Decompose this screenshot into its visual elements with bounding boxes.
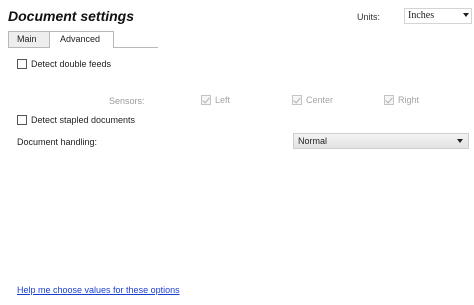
sensor-left-label: Left [215, 95, 231, 105]
tab-advanced[interactable]: Advanced [49, 31, 114, 48]
detect-double-feeds-checkbox[interactable] [17, 59, 27, 69]
sensor-center-checkbox [292, 95, 302, 105]
page-title: Document settings [8, 8, 135, 24]
sensor-right-checkbox [384, 95, 394, 105]
detect-stapled-label: Detect stapled documents [31, 115, 136, 125]
sensor-right: Right [384, 95, 419, 105]
help-link[interactable]: Help me choose values for these options [17, 285, 180, 295]
sensor-left-checkbox [201, 95, 211, 105]
sensor-center: Center [292, 95, 333, 105]
chevron-down-icon [463, 13, 469, 17]
document-settings-panel: Document settings Units: Inches Main Adv… [0, 0, 474, 305]
document-handling-label: Document handling: [17, 137, 98, 147]
detect-double-feeds-row[interactable]: Detect double feeds [17, 59, 111, 69]
document-handling-value: Normal [298, 136, 328, 146]
detect-stapled-checkbox[interactable] [17, 115, 27, 125]
tab-main[interactable]: Main [8, 31, 50, 47]
sensors-label: Sensors: [109, 96, 145, 106]
units-dropdown-value: Inches [408, 10, 435, 21]
sensor-right-label: Right [398, 95, 420, 105]
chevron-down-icon [457, 139, 463, 143]
sensor-center-label: Center [306, 95, 334, 105]
units-dropdown[interactable]: Inches [404, 8, 472, 24]
document-handling-dropdown[interactable]: Normal [293, 133, 469, 149]
detect-stapled-row[interactable]: Detect stapled documents [17, 115, 135, 125]
detect-double-feeds-label: Detect double feeds [31, 59, 112, 69]
units-label: Units: [357, 12, 381, 22]
sensor-left: Left [201, 95, 230, 105]
tab-bar: Main Advanced [8, 31, 114, 48]
